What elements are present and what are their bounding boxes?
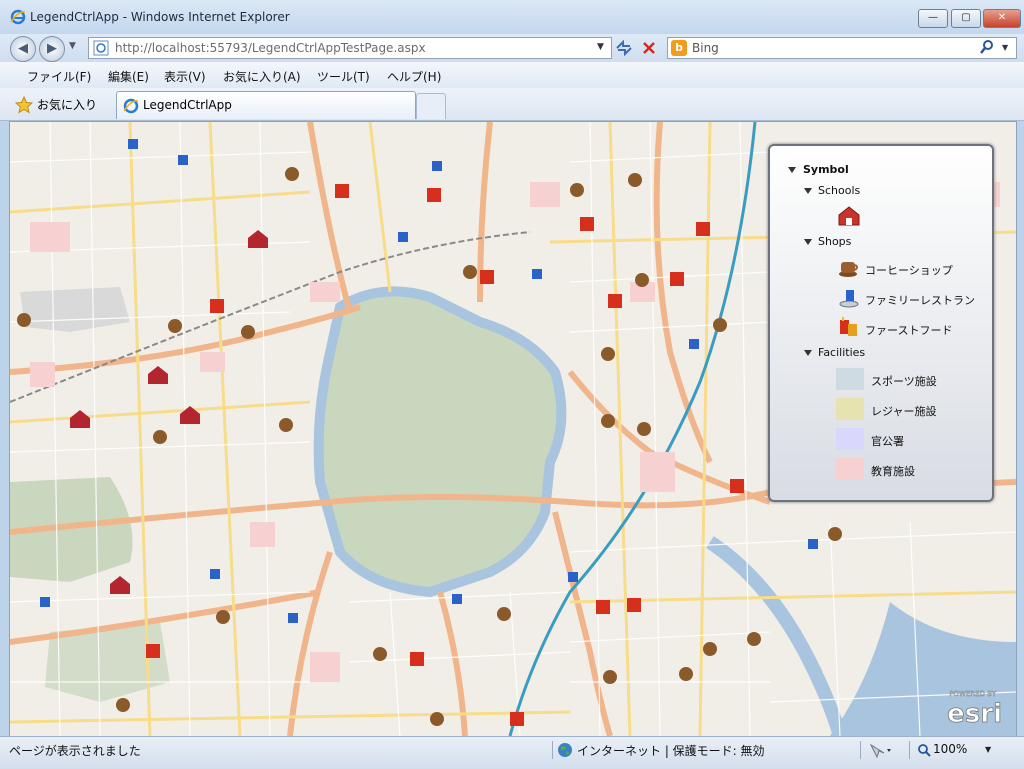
favorites-button[interactable]: お気に入り xyxy=(37,96,97,113)
menu-favorites[interactable]: お気に入り(A) xyxy=(223,68,301,85)
page-icon xyxy=(93,40,109,59)
coffee-shop-icon xyxy=(838,258,860,281)
address-text[interactable]: http://localhost:55793/LegendCtrlAppTest… xyxy=(115,41,426,55)
search-icon[interactable] xyxy=(980,40,994,54)
recent-pages-icon[interactable]: ▼ xyxy=(69,41,76,51)
legend-item-leisure: レジャー施設 xyxy=(871,405,937,418)
family-restaurant-icon xyxy=(838,288,860,311)
fast-food-icon xyxy=(838,316,860,341)
new-tab-button[interactable] xyxy=(416,93,446,119)
menu-tools[interactable]: ツール(T) xyxy=(317,68,370,85)
zoom-icon[interactable] xyxy=(917,743,931,760)
esri-powered-by: POWERED BY xyxy=(949,690,996,698)
legend-panel: Symbol Schools Shops コーヒーショップ ファミリーレストラン… xyxy=(768,144,994,502)
menu-edit[interactable]: 編集(E) xyxy=(108,68,149,85)
ie-logo-icon xyxy=(10,9,26,25)
esri-logo: esri xyxy=(947,699,1002,729)
leisure-swatch xyxy=(836,398,864,420)
legend-group-shops: Shops xyxy=(818,235,852,248)
back-button[interactable]: ◀ xyxy=(10,36,36,62)
search-dropdown-icon[interactable]: ▼ xyxy=(1002,43,1008,52)
map-view[interactable]: POWERED BY esri Symbol Schools Shops コーヒ… xyxy=(9,121,1017,737)
status-bar: ページが表示されました インターネット | 保護モード: 無効 100% ▼ xyxy=(0,736,1024,769)
favorites-star-icon[interactable] xyxy=(14,95,34,117)
schools-collapse-icon[interactable] xyxy=(804,188,812,194)
sports-swatch xyxy=(836,368,864,390)
status-separator xyxy=(909,741,910,759)
security-zone[interactable]: インターネット | 保護モード: 無効 xyxy=(577,742,765,759)
legend-item-government: 官公署 xyxy=(871,435,904,448)
legend-item-family-restaurant: ファミリーレストラン xyxy=(865,294,975,307)
maximize-button[interactable]: ▢ xyxy=(951,9,981,28)
tab-page-icon xyxy=(123,98,139,117)
zoom-dropdown-icon[interactable]: ▼ xyxy=(985,745,991,754)
address-dropdown-icon[interactable]: ▼ xyxy=(597,42,604,52)
search-provider-label: Bing xyxy=(692,41,719,55)
symbol-collapse-icon[interactable] xyxy=(788,167,796,173)
legend-item-sports: スポーツ施設 xyxy=(871,375,937,388)
popup-blocker-icon[interactable] xyxy=(869,743,893,762)
forward-button[interactable]: ▶ xyxy=(39,36,65,62)
legend-group-schools: Schools xyxy=(818,184,861,197)
bing-logo-icon: b xyxy=(671,40,687,56)
legend-item-fast-food: ファーストフード xyxy=(865,324,953,337)
search-input[interactable]: b Bing ▼ xyxy=(667,37,1017,59)
shops-collapse-icon[interactable] xyxy=(804,239,812,245)
navigation-bar: ◀ ▶ ▼ http://localhost:55793/LegendCtrlA… xyxy=(0,34,1024,62)
legend-root-label: Symbol xyxy=(803,163,849,176)
tab-title: LegendCtrlApp xyxy=(143,98,232,112)
status-text: ページが表示されました xyxy=(9,744,141,758)
title-bar: LegendCtrlApp - Windows Internet Explore… xyxy=(0,0,1024,35)
school-icon xyxy=(838,206,860,229)
education-swatch xyxy=(836,458,864,480)
legend-group-facilities: Facilities xyxy=(818,346,866,359)
zoom-level[interactable]: 100% xyxy=(933,742,967,756)
close-button[interactable]: ✕ xyxy=(983,9,1021,28)
menu-bar: ファイル(F) 編集(E) 表示(V) お気に入り(A) ツール(T) ヘルプ(… xyxy=(0,62,1024,88)
status-separator xyxy=(860,741,861,759)
minimize-button[interactable]: — xyxy=(918,9,948,28)
menu-view[interactable]: 表示(V) xyxy=(164,68,206,85)
favorites-bar: お気に入り LegendCtrlApp xyxy=(0,88,1024,121)
stop-icon[interactable] xyxy=(640,39,658,57)
facilities-collapse-icon[interactable] xyxy=(804,350,812,356)
menu-help[interactable]: ヘルプ(H) xyxy=(387,68,441,85)
address-bar[interactable]: http://localhost:55793/LegendCtrlAppTest… xyxy=(88,37,612,59)
compatibility-icon[interactable] xyxy=(614,39,634,57)
legend-item-coffee: コーヒーショップ xyxy=(865,264,953,277)
globe-icon xyxy=(557,742,573,761)
menu-file[interactable]: ファイル(F) xyxy=(27,68,91,85)
tab-legendctrlapp[interactable]: LegendCtrlApp xyxy=(116,91,416,119)
window-title: LegendCtrlApp - Windows Internet Explore… xyxy=(30,10,290,24)
government-swatch xyxy=(836,428,864,450)
legend-item-education: 教育施設 xyxy=(871,465,915,478)
status-separator xyxy=(552,741,553,759)
